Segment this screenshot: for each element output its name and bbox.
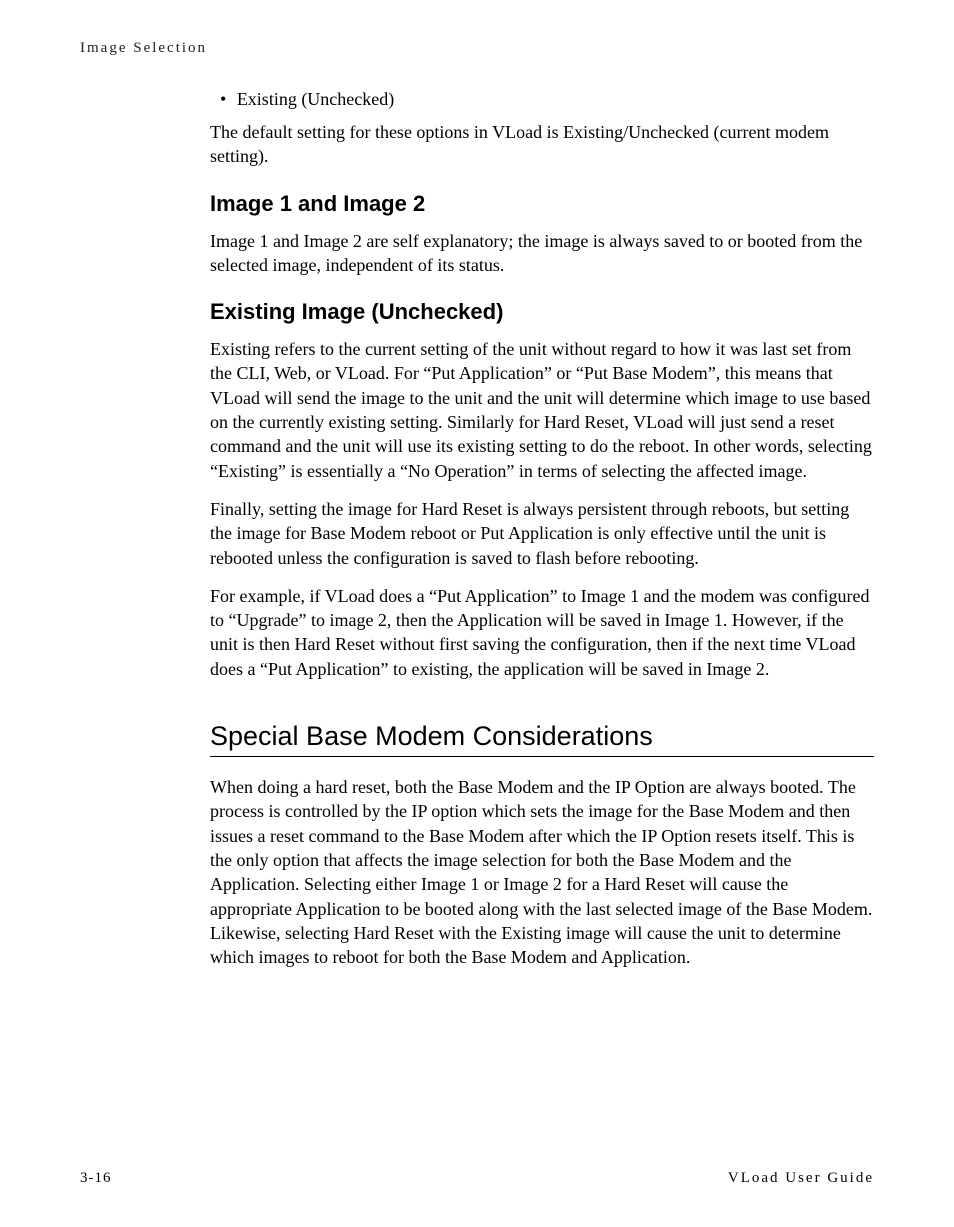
content-area: Existing (Unchecked) The default setting…	[210, 89, 874, 969]
page-footer: 3-16 VLoad User Guide	[80, 1170, 874, 1187]
bullet-existing-unchecked: Existing (Unchecked)	[236, 89, 874, 110]
paragraph-special-base-modem: When doing a hard reset, both the Base M…	[210, 775, 874, 969]
paragraph-example: For example, if VLoad does a “Put Applic…	[210, 584, 874, 681]
paragraph-existing-description: Existing refers to the current setting o…	[210, 337, 874, 483]
page-header-section: Image Selection	[80, 40, 874, 57]
heading-image1-image2: Image 1 and Image 2	[210, 191, 874, 217]
footer-page-number: 3-16	[80, 1170, 112, 1187]
heading-existing-image: Existing Image (Unchecked)	[210, 299, 874, 325]
footer-doc-title: VLoad User Guide	[728, 1170, 874, 1187]
paragraph-default-setting: The default setting for these options in…	[210, 120, 874, 169]
paragraph-persistence: Finally, setting the image for Hard Rese…	[210, 497, 874, 570]
heading-special-base-modem: Special Base Modem Considerations	[210, 721, 874, 752]
paragraph-image1-image2: Image 1 and Image 2 are self explanatory…	[210, 229, 874, 278]
heading-rule	[210, 756, 874, 757]
